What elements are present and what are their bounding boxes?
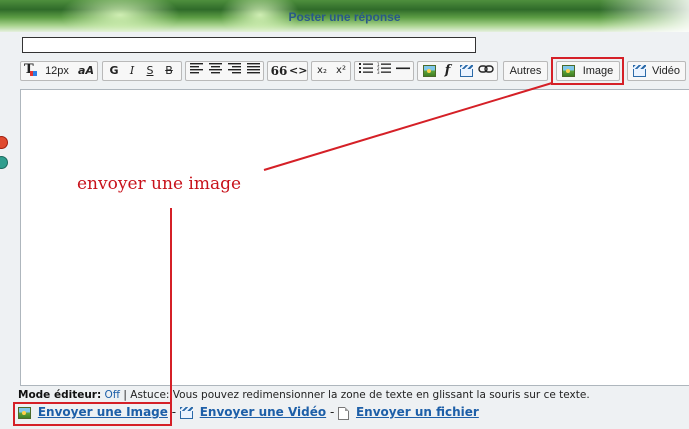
mode-separator: | — [123, 389, 127, 401]
mode-label: Mode éditeur: — [18, 389, 102, 401]
link-separator: - — [171, 405, 177, 419]
annotation-text: envoyer une image — [77, 174, 242, 194]
send-video-link[interactable]: Envoyer une Vidéo — [200, 405, 326, 419]
link-separator: - — [329, 405, 335, 419]
annotation-line-to-button — [263, 82, 553, 171]
document-icon — [338, 406, 352, 420]
send-file-link[interactable]: Envoyer un fichier — [356, 405, 479, 419]
send-image-highlight — [13, 402, 172, 426]
editor-mode-line: Mode éditeur: Off | Astuce: Vous pouvez … — [18, 389, 689, 403]
video-icon — [179, 406, 196, 420]
editor-tip: Astuce: Vous pouvez redimensionner la zo… — [130, 389, 590, 401]
mode-toggle-link[interactable]: Off — [105, 389, 121, 401]
annotation-lines — [170, 82, 553, 403]
